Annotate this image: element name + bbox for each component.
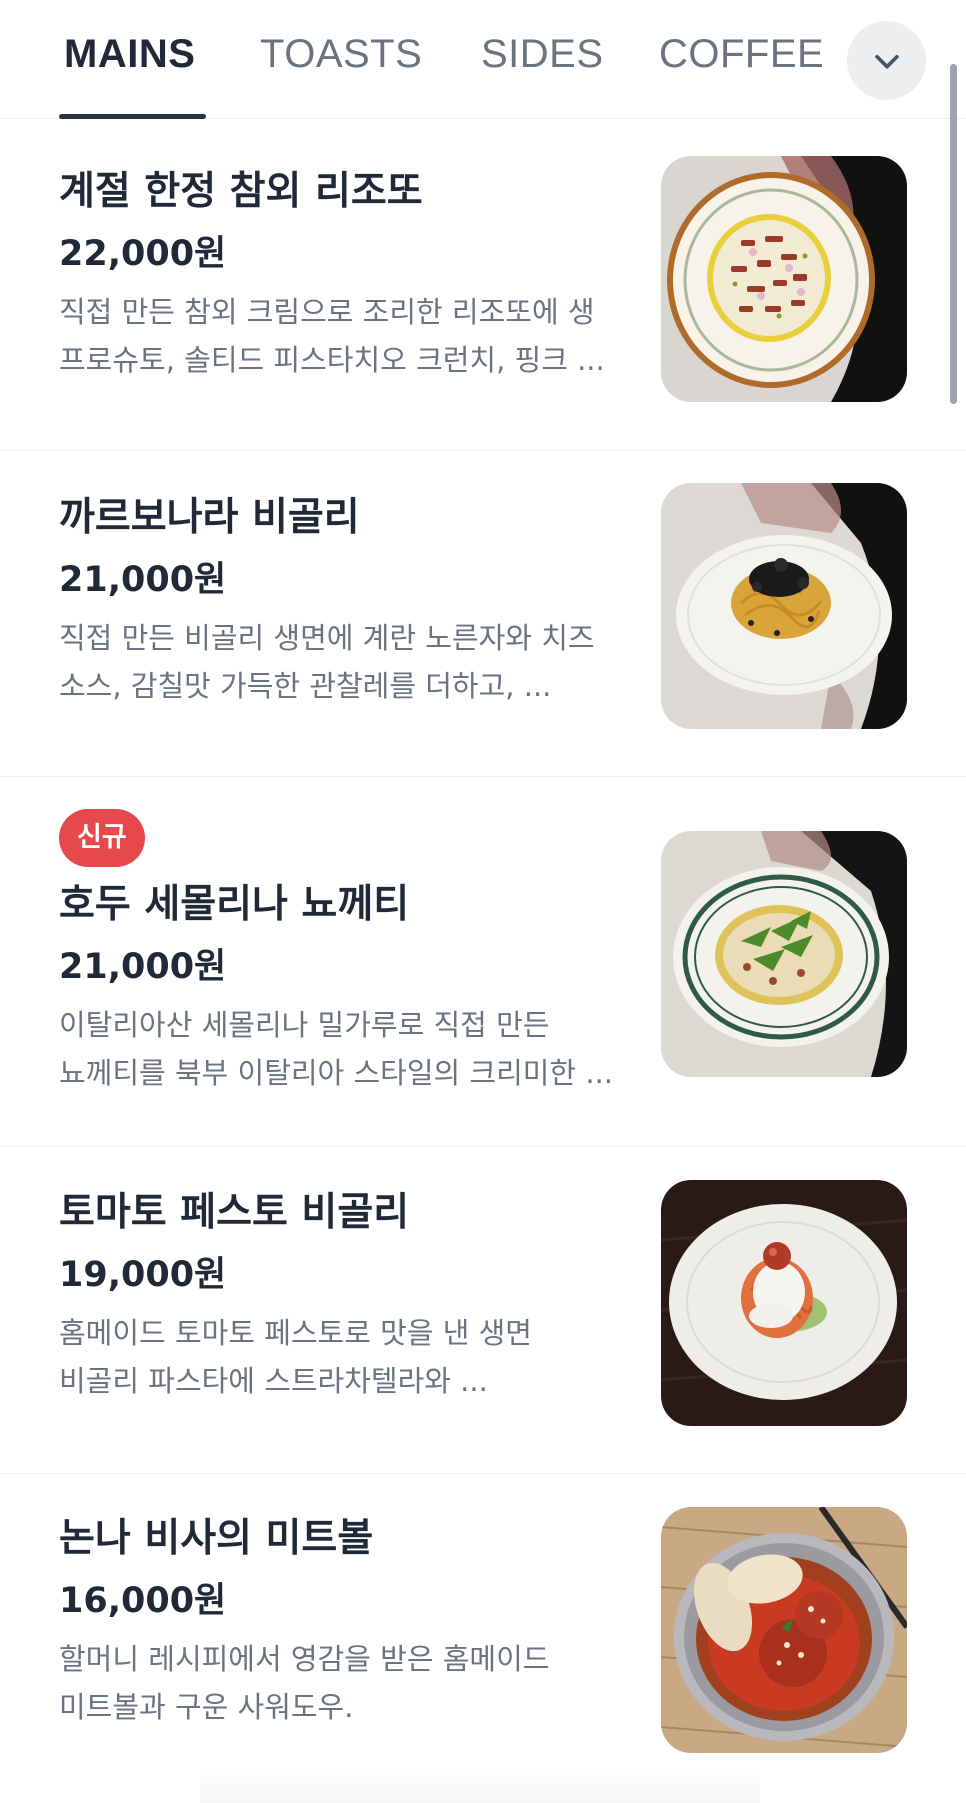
- tab-sides[interactable]: SIDES: [481, 30, 604, 78]
- menu-item-description: 홈메이드 토마토 페스토로 맛을 낸 생면 비골리 파스타에 스트라차텔라와 .…: [59, 1309, 619, 1405]
- menu-item-description: 직접 만든 비골리 생면에 계란 노른자와 치즈 소스, 감칠맛 가득한 관찰레…: [59, 614, 619, 710]
- menu-item-name: 논나 비사의 미트볼: [59, 1516, 374, 1561]
- menu-item-text: 신규 호두 세몰리나 뇨께티 21,000원 이탈리아산 세몰리나 밀가루로 직…: [59, 809, 619, 1097]
- bottom-sheet-edge: [200, 1765, 760, 1803]
- tab-coffee[interactable]: COFFEE: [659, 30, 824, 78]
- menu-item[interactable]: 계절 한정 참외 리조또 22,000원 직접 만든 참외 크림으로 조리한 리…: [0, 120, 966, 451]
- menu-item-text: 까르보나라 비골리 21,000원 직접 만든 비골리 생면에 계란 노른자와 …: [59, 492, 619, 710]
- menu-item-text: 토마토 페스토 비골리 19,000원 홈메이드 토마토 페스토로 맛을 낸 생…: [59, 1187, 619, 1405]
- tab-toasts[interactable]: TOASTS: [260, 30, 422, 78]
- menu-item-photo[interactable]: [661, 1180, 907, 1426]
- more-categories-button[interactable]: [847, 21, 926, 100]
- new-badge: 신규: [59, 809, 145, 867]
- menu-item-text: 계절 한정 참외 리조또 22,000원 직접 만든 참외 크림으로 조리한 리…: [59, 166, 619, 384]
- menu-item-description-line: 프로슈토, 솔티드 피스타치오 크런치, 핑크 ...: [59, 343, 605, 377]
- menu-item-description-line: 미트볼과 구운 사워도우.: [59, 1690, 354, 1724]
- menu-item-price: 21,000원: [59, 947, 227, 987]
- menu-item-description-line: 할머니 레시피에서 영감을 받은 홈메이드: [59, 1642, 550, 1676]
- menu-item-description: 직접 만든 참외 크림으로 조리한 리조또에 생 프로슈토, 솔티드 피스타치오…: [59, 288, 619, 384]
- menu-item-name: 계절 한정 참외 리조또: [59, 169, 423, 214]
- tab-mains[interactable]: MAINS: [64, 30, 195, 78]
- menu-item-name: 호두 세몰리나 뇨께티: [59, 882, 410, 927]
- menu-item-description: 이탈리아산 세몰리나 밀가루로 직접 만든 뇨께티를 북부 이탈리아 스타일의 …: [59, 1001, 619, 1097]
- menu-item-description-line: 뇨께티를 북부 이탈리아 스타일의 크리미한 ...: [59, 1056, 613, 1090]
- menu-item-description-line: 직접 만든 참외 크림으로 조리한 리조또에 생: [59, 295, 595, 329]
- menu-item[interactable]: 논나 비사의 미트볼 16,000원 할머니 레시피에서 영감을 받은 홈메이드…: [0, 1474, 966, 1803]
- menu-item-price: 19,000원: [59, 1255, 227, 1295]
- menu-item-photo[interactable]: [661, 1507, 907, 1753]
- menu-item-description-line: 직접 만든 비골리 생면에 계란 노른자와 치즈: [59, 621, 595, 655]
- menu-item-description-line: 이탈리아산 세몰리나 밀가루로 직접 만든: [59, 1008, 550, 1042]
- menu-item-price: 16,000원: [59, 1581, 227, 1621]
- menu-item[interactable]: 까르보나라 비골리 21,000원 직접 만든 비골리 생면에 계란 노른자와 …: [0, 451, 966, 777]
- menu-item-photo[interactable]: [661, 831, 907, 1077]
- menu-item-photo[interactable]: [661, 156, 907, 402]
- menu-item-price: 22,000원: [59, 234, 227, 274]
- menu-item-description-line: 비골리 파스타에 스트라차텔라와 ...: [59, 1364, 488, 1398]
- menu-page: MAINS TOASTS SIDES COFFEE 계절 한정 참외 리조또 2…: [0, 0, 966, 1803]
- menu-item-text: 논나 비사의 미트볼 16,000원 할머니 레시피에서 영감을 받은 홈메이드…: [59, 1513, 619, 1731]
- active-tab-indicator: [59, 114, 206, 119]
- menu-item-name: 까르보나라 비골리: [59, 495, 360, 540]
- menu-item-description-line: 소스, 감칠맛 가득한 관찰레를 더하고, ...: [59, 669, 552, 703]
- menu-item-photo[interactable]: [661, 483, 907, 729]
- chevron-down-icon: [874, 54, 899, 69]
- category-tab-bar: MAINS TOASTS SIDES COFFEE: [0, 0, 966, 119]
- menu-item[interactable]: 신규 호두 세몰리나 뇨께티 21,000원 이탈리아산 세몰리나 밀가루로 직…: [0, 777, 966, 1147]
- menu-item-price: 21,000원: [59, 560, 227, 600]
- menu-item-description-line: 홈메이드 토마토 페스토로 맛을 낸 생면: [59, 1316, 532, 1350]
- menu-item-description: 할머니 레시피에서 영감을 받은 홈메이드 미트볼과 구운 사워도우.: [59, 1635, 619, 1731]
- menu-item-name: 토마토 페스토 비골리: [59, 1190, 410, 1235]
- menu-item[interactable]: 토마토 페스토 비골리 19,000원 홈메이드 토마토 페스토로 맛을 낸 생…: [0, 1147, 966, 1474]
